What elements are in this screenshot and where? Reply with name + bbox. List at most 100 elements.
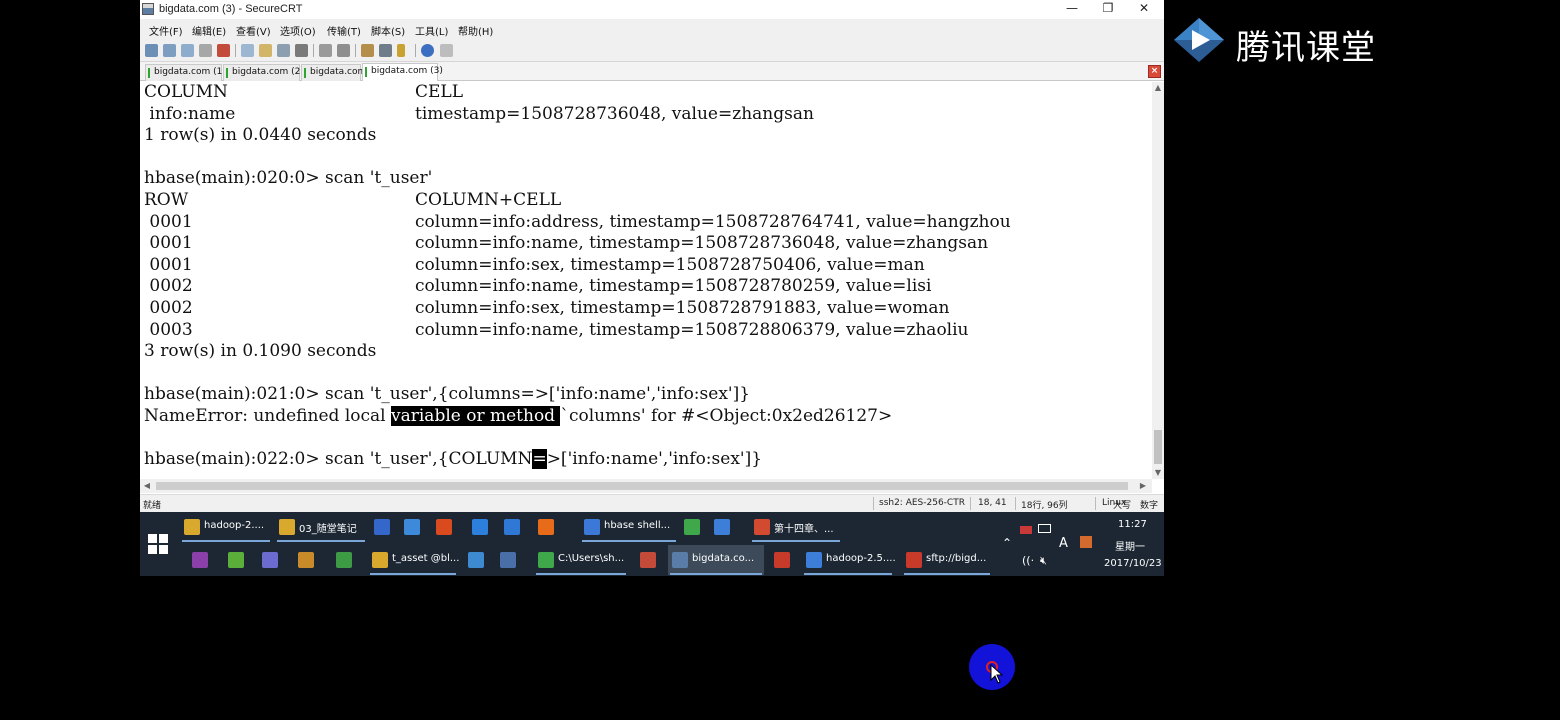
- app-icon: [372, 552, 388, 568]
- input-method-icon[interactable]: [1080, 536, 1092, 548]
- taskbar-item[interactable]: sftp://bigd...: [902, 545, 992, 575]
- volume-muted-icon[interactable]: 🔇︎: [1040, 554, 1047, 568]
- menu-transfer[interactable]: 传输(T): [327, 23, 361, 38]
- taskbar-item[interactable]: [496, 545, 524, 575]
- key-icon[interactable]: [397, 44, 405, 57]
- taskbar-item[interactable]: [188, 545, 212, 575]
- reconnect-icon[interactable]: [199, 44, 212, 57]
- network-icon[interactable]: ((·: [1022, 554, 1034, 567]
- scroll-up-icon[interactable]: ▲: [1152, 82, 1164, 94]
- tab-bigdata-2[interactable]: bigdata.com (2): [223, 64, 304, 81]
- menu-file[interactable]: 文件(F): [149, 23, 183, 38]
- menu-edit[interactable]: 编辑(E): [192, 23, 226, 38]
- tab-label: bigdata.com: [310, 67, 367, 77]
- taskbar-item[interactable]: C:\Users\sh...: [534, 545, 628, 575]
- taskbar-item[interactable]: [770, 545, 796, 575]
- print-icon[interactable]: [319, 44, 332, 57]
- close-tab-icon[interactable]: ×: [1148, 65, 1161, 78]
- menu-view[interactable]: 查看(V): [236, 23, 271, 38]
- clock-time[interactable]: 11:27: [1118, 519, 1147, 530]
- scrollbar-thumb[interactable]: [156, 482, 1128, 490]
- terminal-cell-text: CELL: [415, 82, 463, 102]
- taskbar-item[interactable]: [636, 545, 662, 575]
- app-icon: [906, 552, 922, 568]
- settings-icon[interactable]: [361, 44, 374, 57]
- taskbar-item[interactable]: hbase shell...: [580, 512, 678, 542]
- minimize-button[interactable]: —: [1054, 0, 1090, 19]
- status-caps: 大写: [1113, 501, 1132, 511]
- taskbar-item[interactable]: t_asset @bl...: [368, 545, 459, 575]
- connect-icon[interactable]: [145, 44, 158, 57]
- scroll-down-icon[interactable]: ▼: [1152, 467, 1164, 479]
- toolbar-separator: [313, 44, 314, 57]
- close-button[interactable]: ✕: [1126, 0, 1162, 19]
- vertical-scrollbar[interactable]: ▲ ▼: [1152, 82, 1164, 479]
- status-cursor-position: 18, 41: [978, 498, 1007, 508]
- selected-text: variable or method: [391, 406, 561, 426]
- start-button[interactable]: [148, 534, 168, 554]
- title-bar[interactable]: bigdata.com (3) - SecureCRT — ❐ ✕: [140, 0, 1164, 19]
- connect-tab-icon[interactable]: [181, 44, 194, 57]
- scrollbar-thumb[interactable]: [1154, 430, 1162, 464]
- taskbar-item[interactable]: hadoop-2.5....: [802, 545, 896, 575]
- taskbar-item-label: 第十四章、...: [774, 524, 834, 535]
- find-icon[interactable]: [295, 44, 308, 57]
- terminal-prompt-line[interactable]: hbase(main):022:0> scan 't_user',{COLUMN…: [144, 449, 762, 471]
- paste-icon[interactable]: [259, 44, 272, 57]
- global-options-icon[interactable]: [379, 44, 392, 57]
- taskbar-item[interactable]: [224, 545, 248, 575]
- connected-indicator-icon: [148, 68, 150, 78]
- more-tools-icon[interactable]: [440, 44, 453, 57]
- running-indicator: [752, 540, 840, 542]
- horizontal-scrollbar[interactable]: ◀ ▶: [140, 479, 1152, 493]
- taskbar-item[interactable]: [710, 512, 738, 542]
- menu-help[interactable]: 帮助(H): [458, 23, 493, 38]
- restore-button[interactable]: ❐: [1090, 0, 1126, 19]
- terminal-line: 0001 column=info:name, timestamp=15087287…: [144, 233, 988, 255]
- taskbar-item[interactable]: [258, 545, 284, 575]
- terminal-output[interactable]: COLUMN CELL info:name timestamp=1508728736…: [140, 82, 1152, 479]
- prompt-text: hbase(main):022:0> scan 't_user',{COLUMN: [144, 449, 533, 470]
- taskbar-item-label: C:\Users\sh...: [558, 553, 625, 564]
- taskbar-item[interactable]: bigdata.co...: [668, 545, 764, 575]
- tab-bigdata-1[interactable]: bigdata.com (1): [145, 64, 226, 81]
- taskbar-item[interactable]: [500, 512, 528, 542]
- terminal-line: 0001 column=info:sex, timestamp=150872875…: [144, 255, 924, 277]
- copy-paste-icon[interactable]: [277, 44, 290, 57]
- taskbar-item[interactable]: [680, 512, 706, 542]
- taskbar-item[interactable]: 第十四章、...: [750, 512, 842, 542]
- scroll-right-icon[interactable]: ▶: [1136, 479, 1150, 493]
- ime-indicator[interactable]: A: [1059, 536, 1068, 551]
- taskbar-item[interactable]: 03_随堂笔记: [275, 512, 367, 542]
- taskbar-item[interactable]: [464, 545, 490, 575]
- taskbar-item[interactable]: [294, 545, 322, 575]
- copy-icon[interactable]: [241, 44, 254, 57]
- terminal-text: 0002: [144, 298, 193, 318]
- help-icon[interactable]: [421, 44, 434, 57]
- tencent-classroom-logo: 腾讯课堂: [1170, 14, 1410, 68]
- menu-tools[interactable]: 工具(L): [415, 23, 448, 38]
- taskbar-item[interactable]: [332, 545, 360, 575]
- tray-app-icon[interactable]: [1020, 526, 1032, 534]
- clock-weekday[interactable]: 星期一: [1115, 538, 1145, 553]
- battery-icon[interactable]: [1038, 524, 1051, 533]
- quick-connect-icon[interactable]: [163, 44, 176, 57]
- print-selection-icon[interactable]: [337, 44, 350, 57]
- terminal-line: 0003 column=info:name, timestamp=15087288…: [144, 320, 968, 342]
- taskbar-item[interactable]: [534, 512, 562, 542]
- brand-name: 腾讯课堂: [1236, 28, 1376, 68]
- taskbar-item[interactable]: [432, 512, 460, 542]
- tray-chevron-icon[interactable]: ⌃: [1002, 536, 1012, 550]
- tab-bigdata-3[interactable]: bigdata.com (3): [362, 63, 443, 81]
- menu-options[interactable]: 选项(O): [280, 23, 316, 38]
- taskbar-item[interactable]: hadoop-2....: [180, 512, 272, 542]
- disconnect-icon[interactable]: [217, 44, 230, 57]
- scroll-left-icon[interactable]: ◀: [140, 479, 154, 493]
- terminal-text: 0001: [144, 211, 193, 232]
- menu-script[interactable]: 脚本(S): [371, 23, 405, 38]
- taskbar-item[interactable]: [370, 512, 394, 542]
- taskbar-item[interactable]: [468, 512, 494, 542]
- clock-date[interactable]: 2017/10/23: [1104, 558, 1162, 569]
- tab-bigdata[interactable]: bigdata.com: [301, 64, 366, 81]
- taskbar-item[interactable]: [400, 512, 424, 542]
